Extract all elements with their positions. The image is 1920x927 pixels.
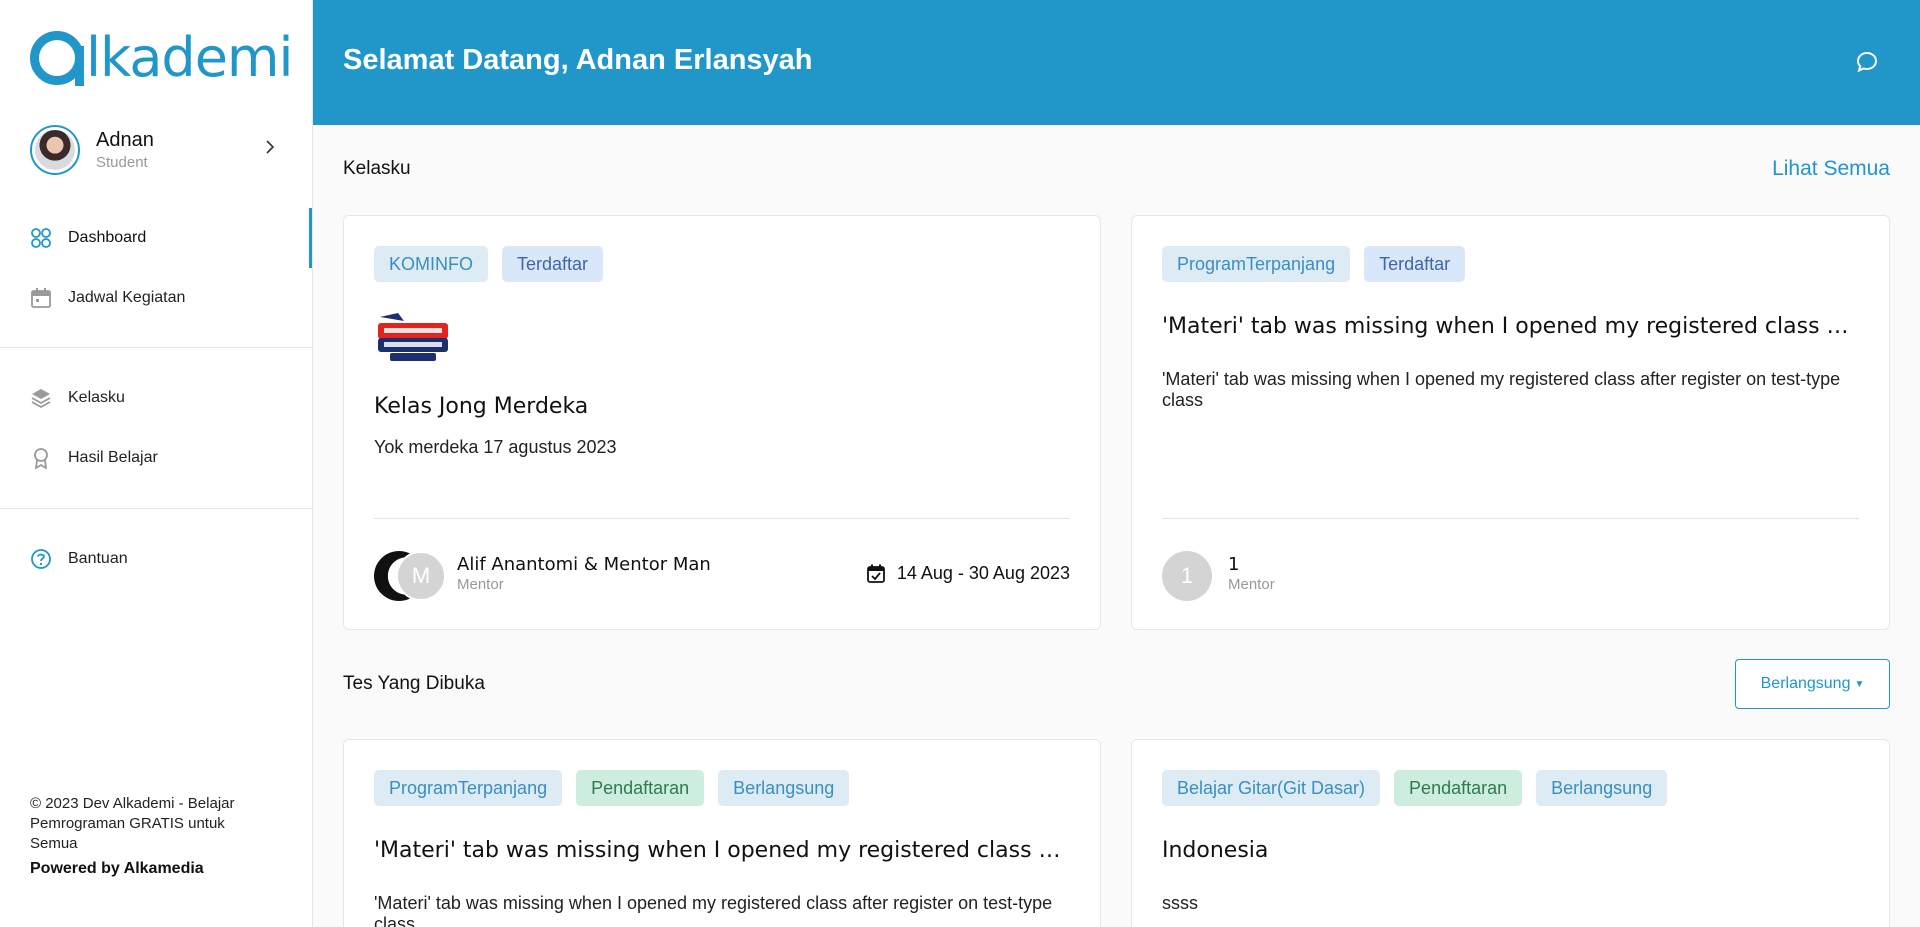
sidebar: lkademi Adnan Student Dashboard Jadwal K…	[0, 0, 313, 927]
tag-badge: Terdaftar	[1364, 246, 1466, 282]
sidebar-item-bantuan[interactable]: Bantuan	[30, 547, 280, 571]
test-card[interactable]: Belajar Gitar(Git Dasar) Pendaftaran Ber…	[1131, 739, 1890, 927]
test-description: ssss	[1162, 893, 1198, 913]
mentor-name: 1	[1228, 554, 1240, 575]
tag-badge: ProgramTerpanjang	[1162, 246, 1351, 282]
class-card[interactable]: KOMINFO Terdaftar Kelas Jong Merdeka Yok…	[343, 215, 1101, 630]
class-date: 14 Aug - 30 Aug 2023	[866, 563, 1070, 584]
user-name: Adnan	[96, 129, 154, 151]
sidebar-item-hasil-belajar[interactable]: Hasil Belajar	[30, 446, 280, 470]
layers-icon	[30, 387, 52, 409]
test-card[interactable]: ProgramTerpanjang Pendaftaran Berlangsun…	[343, 739, 1101, 927]
divider	[0, 347, 313, 348]
welcome-title: Selamat Datang, Adnan Erlansyah	[343, 44, 813, 76]
powered-by-text: Powered by Alkamedia	[30, 860, 204, 877]
sidebar-item-label: Bantuan	[68, 550, 128, 567]
tests-title: Tes Yang Dibuka	[343, 673, 485, 694]
calendar-icon	[30, 287, 52, 309]
divider	[1162, 518, 1859, 519]
mentor-label: Mentor	[457, 576, 504, 593]
class-card[interactable]: ProgramTerpanjang Terdaftar 'Materi' tab…	[1131, 215, 1890, 630]
active-indicator	[309, 208, 312, 268]
date-range: 14 Aug - 30 Aug 2023	[896, 563, 1070, 583]
dropdown-value: Berlangsung	[1760, 675, 1851, 692]
tag-list: ProgramTerpanjang Terdaftar	[1162, 246, 1466, 282]
caret-down-icon: ▼	[1854, 678, 1865, 690]
class-title: 'Materi' tab was missing when I opened m…	[1162, 314, 1859, 339]
sidebar-item-kelasku[interactable]: Kelasku	[30, 386, 280, 410]
view-all-link[interactable]: Lihat Semua	[1772, 157, 1890, 181]
sidebar-item-dashboard[interactable]: Dashboard	[30, 226, 280, 250]
test-description: 'Materi' tab was missing when I opened m…	[374, 893, 1053, 927]
tag-list: Belajar Gitar(Git Dasar) Pendaftaran Ber…	[1162, 770, 1668, 806]
class-title: Kelas Jong Merdeka	[374, 394, 589, 419]
logo-a-mark	[30, 31, 84, 86]
user-role: Student	[96, 154, 148, 171]
tag-badge: Berlangsung	[718, 770, 850, 806]
tag-badge: Pendaftaran	[576, 770, 705, 806]
tag-badge: Pendaftaran	[1394, 770, 1523, 806]
chat-icon[interactable]	[1855, 50, 1879, 74]
grid-icon	[30, 227, 52, 249]
tag-badge: Berlangsung	[1536, 770, 1668, 806]
tag-badge: ProgramTerpanjang	[374, 770, 563, 806]
status-filter-dropdown[interactable]: Berlangsung ▼	[1735, 659, 1890, 709]
help-icon	[30, 548, 52, 570]
mentor-name: Alif Anantomi & Mentor Man	[457, 554, 711, 575]
tag-badge: Belajar Gitar(Git Dasar)	[1162, 770, 1381, 806]
test-title: 'Materi' tab was missing when I opened m…	[374, 838, 1070, 863]
kelasku-title: Kelasku	[343, 158, 411, 179]
avatar	[30, 125, 80, 175]
chevron-right-icon	[265, 140, 275, 159]
logo-text: lkademi	[86, 26, 294, 89]
divider	[0, 508, 313, 509]
tag-list: ProgramTerpanjang Pendaftaran Berlangsun…	[374, 770, 850, 806]
sidebar-item-label: Jadwal Kegiatan	[68, 289, 186, 306]
divider	[374, 518, 1070, 519]
avatar: M	[396, 551, 446, 601]
avatar: 1	[1162, 551, 1212, 601]
class-description: 'Materi' tab was missing when I opened m…	[1162, 369, 1841, 410]
sidebar-item-label: Hasil Belajar	[68, 449, 158, 466]
jong-kreatif-logo	[374, 311, 452, 363]
sidebar-item-label: Dashboard	[68, 229, 147, 246]
mentor-label: Mentor	[1228, 576, 1275, 593]
copyright-text: © 2023 Dev Alkademi - Belajar Pemrograma…	[30, 795, 235, 852]
test-title: Indonesia	[1162, 838, 1269, 863]
top-header: Selamat Datang, Adnan Erlansyah	[313, 0, 1920, 125]
alkademi-logo[interactable]: lkademi	[30, 26, 294, 89]
sidebar-item-label: Kelasku	[68, 389, 125, 406]
mentor-avatars: M	[374, 551, 446, 601]
calendar-check-icon	[866, 564, 886, 584]
award-icon	[30, 447, 52, 469]
tag-list: KOMINFO Terdaftar	[374, 246, 604, 282]
tag-badge: Terdaftar	[502, 246, 604, 282]
class-description: Yok merdeka 17 agustus 2023	[374, 437, 617, 457]
tag-badge: KOMINFO	[374, 246, 488, 282]
user-profile[interactable]: Adnan Student	[30, 125, 283, 175]
sidebar-item-jadwal[interactable]: Jadwal Kegiatan	[30, 286, 280, 310]
